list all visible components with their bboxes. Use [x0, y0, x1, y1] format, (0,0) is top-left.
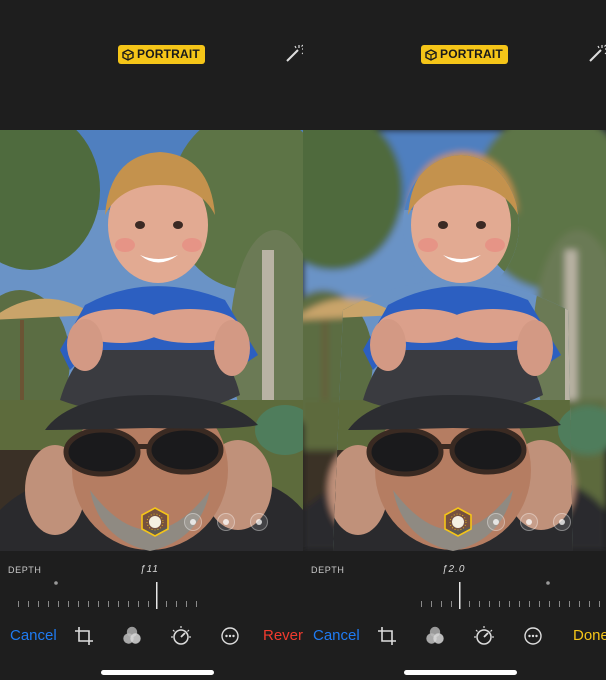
depth-slider[interactable]	[0, 580, 303, 610]
magic-wand-icon[interactable]	[586, 43, 606, 65]
adjust-dial-icon[interactable]	[473, 625, 495, 647]
slider-default-dot	[546, 581, 550, 585]
photo-preview	[0, 130, 303, 551]
revert-button[interactable]: Revert	[263, 627, 303, 644]
done-button[interactable]: Done	[573, 627, 606, 644]
natural-light-icon[interactable]	[141, 507, 169, 537]
portrait-badge-label: PORTRAIT	[137, 47, 200, 61]
filters-icon[interactable]	[121, 625, 143, 647]
slider-indicator	[156, 582, 158, 609]
depth-slider[interactable]	[303, 580, 606, 610]
portrait-lighting-selector[interactable]	[141, 507, 268, 537]
edit-toolbar: Cancel Revert	[0, 624, 303, 648]
natural-light-icon[interactable]	[444, 507, 472, 537]
crop-icon[interactable]	[73, 625, 95, 647]
aperture-value: ƒ11	[140, 564, 159, 575]
aperture-value: ƒ2.0	[442, 564, 466, 575]
filters-icon[interactable]	[424, 625, 446, 647]
more-icon[interactable]	[522, 625, 544, 647]
more-icon[interactable]	[219, 625, 241, 647]
edit-toolbar: Cancel Done	[303, 624, 606, 648]
studio-light-icon[interactable]	[184, 513, 202, 531]
stage-light-icon[interactable]	[250, 513, 268, 531]
cancel-button[interactable]: Cancel	[313, 627, 360, 644]
home-indicator[interactable]	[101, 670, 214, 675]
photo-preview	[303, 130, 606, 551]
depth-label: DEPTH	[311, 565, 345, 575]
portrait-badge[interactable]: PORTRAIT	[118, 45, 205, 64]
right-panel: PORTRAIT DEPTH ƒ2.0 Cancel Done	[303, 0, 606, 680]
stage-light-icon[interactable]	[553, 513, 571, 531]
adjust-dial-icon[interactable]	[170, 625, 192, 647]
contour-light-icon[interactable]	[520, 513, 538, 531]
depth-label: DEPTH	[8, 565, 42, 575]
crop-icon[interactable]	[376, 625, 398, 647]
left-panel: PORTRAIT DEPTH ƒ11 Cancel Revert	[0, 0, 303, 680]
portrait-badge[interactable]: PORTRAIT	[421, 45, 508, 64]
portrait-cube-icon	[122, 49, 134, 61]
studio-light-icon[interactable]	[487, 513, 505, 531]
portrait-lighting-selector[interactable]	[444, 507, 571, 537]
magic-wand-icon[interactable]	[283, 43, 303, 65]
portrait-cube-icon	[425, 49, 437, 61]
slider-indicator	[459, 582, 461, 609]
cancel-button[interactable]: Cancel	[10, 627, 57, 644]
portrait-badge-label: PORTRAIT	[440, 47, 503, 61]
contour-light-icon[interactable]	[217, 513, 235, 531]
home-indicator[interactable]	[404, 670, 517, 675]
slider-default-dot	[54, 581, 58, 585]
